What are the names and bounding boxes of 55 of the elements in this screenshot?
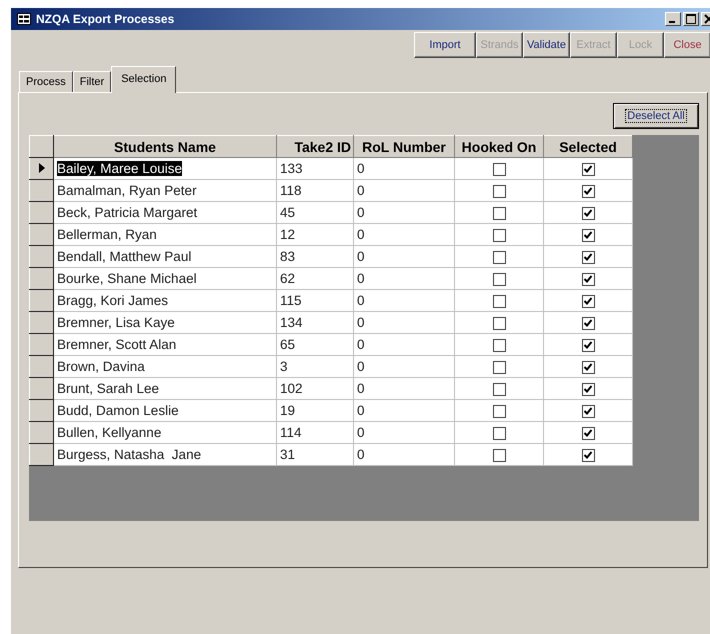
table-cell: 0 xyxy=(354,378,454,400)
table-cell: Budd, Damon Leslie xyxy=(54,400,276,422)
table-cell: 12 xyxy=(276,224,354,246)
table-cell: Burgess, Natasha Jane xyxy=(54,444,276,466)
table-cell: 118 xyxy=(276,180,354,202)
table-cell: 0 xyxy=(354,224,454,246)
table-cell: Bourke, Shane Michael xyxy=(54,268,276,290)
tab[interactable]: Process xyxy=(19,71,73,92)
table-cell: Beck, Patricia Margaret xyxy=(54,202,276,224)
table-cell: 0 xyxy=(354,158,454,180)
table-cell: Bragg, Kori James xyxy=(54,290,276,312)
deselect-all-button[interactable]: Deselect All xyxy=(613,103,699,129)
table-cell: Bremner, Scott Alan xyxy=(54,334,276,356)
table-cell: 115 xyxy=(276,290,354,312)
column-header[interactable]: Selected xyxy=(544,136,632,158)
table-cell: Brown, Davina xyxy=(54,356,276,378)
table-cell: 0 xyxy=(354,180,454,202)
table-cell: Bullen, Kellyanne xyxy=(54,422,276,444)
column-header[interactable]: RoL Number xyxy=(354,136,454,158)
table-cell: 102 xyxy=(276,378,354,400)
column-header[interactable]: Hooked On xyxy=(454,136,544,158)
table-cell: 45 xyxy=(276,202,354,224)
toolbar-button[interactable]: Validate xyxy=(523,32,570,58)
table-cell: 0 xyxy=(354,290,454,312)
table-cell: 62 xyxy=(276,268,354,290)
column-header[interactable]: Take2 ID xyxy=(276,136,354,158)
table-cell: 133 xyxy=(276,158,354,180)
tab[interactable]: Filter xyxy=(72,71,112,92)
table-cell: 83 xyxy=(276,246,354,268)
table-cell: 65 xyxy=(276,334,354,356)
table-cell: Bailey, Maree Louise xyxy=(54,158,276,180)
table-cell: Brunt, Sarah Lee xyxy=(54,378,276,400)
tab[interactable]: Selection xyxy=(111,66,176,93)
table-cell: 3 xyxy=(276,356,354,378)
table-cell: Bamalman, Ryan Peter xyxy=(54,180,276,202)
toolbar-button[interactable]: Import xyxy=(414,32,476,58)
window-title: NZQA Export Processes xyxy=(36,12,174,26)
table-cell: 0 xyxy=(354,356,454,378)
table-cell: 0 xyxy=(354,334,454,356)
toolbar-button[interactable]: Close xyxy=(664,32,710,58)
table-cell: 0 xyxy=(354,246,454,268)
table-cell: 0 xyxy=(354,444,454,466)
table-cell: 134 xyxy=(276,312,354,334)
table-cell: 0 xyxy=(354,268,454,290)
table-cell: Bellerman, Ryan xyxy=(54,224,276,246)
column-header[interactable]: Students Name xyxy=(54,136,276,158)
table-cell: 0 xyxy=(354,202,454,224)
table-cell: 0 xyxy=(354,312,454,334)
table-cell: Bendall, Matthew Paul xyxy=(54,246,276,268)
table-cell: 114 xyxy=(276,422,354,444)
table-cell: 0 xyxy=(354,400,454,422)
table-cell: 0 xyxy=(354,422,454,444)
table-cell: 31 xyxy=(276,444,354,466)
table-cell: Bremner, Lisa Kaye xyxy=(54,312,276,334)
table-cell: 19 xyxy=(276,400,354,422)
